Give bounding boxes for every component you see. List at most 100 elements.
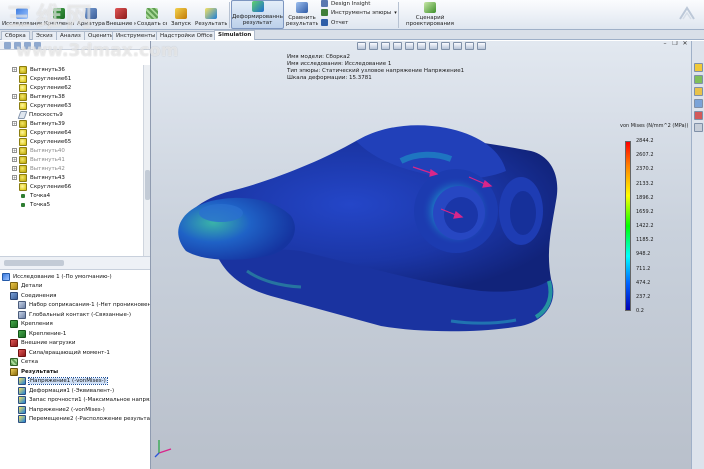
feature-manager-icon[interactable] (4, 42, 11, 49)
study-tree-item[interactable]: Детали (0, 282, 150, 292)
study-tree-item[interactable]: Напряжение2 (-vonMises-) (0, 405, 150, 415)
design-insight-button[interactable]: Design Insight (321, 0, 370, 7)
fixture-icon (53, 8, 65, 19)
study-tree-item[interactable]: Перемещение2 (-Расположение результата-) (0, 415, 150, 425)
design-scenario-button-label: Сценарий проектирования (406, 15, 454, 27)
panel-splitter[interactable] (0, 256, 150, 270)
fos-plot-icon (18, 396, 26, 405)
axis-triad-icon (154, 440, 172, 458)
study-tree-item-label: Сетка (21, 359, 39, 366)
feature-tree-item[interactable]: + Вытянуть40 (0, 146, 150, 155)
run-button[interactable]: Запуск (168, 0, 194, 29)
tab-tools[interactable]: Инструменты (112, 31, 160, 40)
feature-tree-item[interactable]: Скругление65 (0, 137, 150, 146)
legend-tick-label: 711.2 (636, 265, 651, 272)
study-tree-item-label: Запас прочности1 (-Максимальное напряжен… (29, 397, 150, 404)
expand-plus-icon[interactable]: + (12, 166, 17, 171)
property-manager-icon[interactable] (14, 42, 21, 49)
feature-tree-item[interactable]: + Вытянуть42 (0, 164, 150, 173)
configuration-manager-icon[interactable] (24, 42, 31, 49)
feature-tree-item[interactable]: Точка5 (0, 200, 150, 209)
scroll-thumb[interactable] (145, 170, 150, 200)
feature-tree-scrollbar[interactable] (143, 65, 150, 256)
tab-simulation[interactable]: Simulation (214, 30, 256, 40)
report-icon (321, 19, 328, 26)
feature-tree-item[interactable]: + Вытянуть38 (0, 92, 150, 101)
left-panel: + Вытянуть36 Скругление61 Скругление62 + Вытя… (0, 41, 151, 469)
study-tree-item[interactable]: Внешние нагрузки (0, 339, 150, 349)
feature-tree-item-label: Скругление62 (30, 84, 72, 91)
expand-plus-icon[interactable]: + (12, 175, 17, 180)
study-tree-item[interactable]: Результаты (0, 367, 150, 377)
study-tree-item[interactable]: Глобальный контакт (-Связанные-) (0, 310, 150, 320)
feature-tree-item[interactable]: Скругление66 (0, 182, 150, 191)
feature-tree-item[interactable]: + Вытянуть36 (0, 65, 150, 74)
plot-tools-button[interactable]: Инструменты эпюры ▾ (321, 9, 397, 16)
feature-tree-item[interactable]: Скругление61 (0, 74, 150, 83)
file-explorer-icon[interactable] (694, 87, 703, 96)
feature-tree-item[interactable]: + Вытянуть43 (0, 173, 150, 182)
study-tree-item[interactable]: Сила/вращающий момент-1 (0, 348, 150, 358)
external-loads-icon (10, 339, 18, 348)
study-tree-item[interactable]: Исследование 1 (-По умолчанию-) (0, 272, 150, 282)
study-tree-item-label: Набор соприкасания-1 (-Нет проникновения… (29, 302, 150, 309)
expand-plus-icon[interactable]: + (12, 148, 17, 153)
legend-tick-labels: 2844.2 2607.2 2370.2 2133.2 1896.2 1659.2 1422… (636, 138, 676, 314)
graphics-area[interactable]: – ❐ ✕ Имя модели: Сборка2 Имя исследован… (151, 41, 691, 469)
design-scenario-button[interactable]: Сценарий проектирования (404, 0, 456, 29)
expand-plus-icon[interactable]: + (12, 94, 17, 99)
appearances-icon[interactable] (694, 111, 703, 120)
results-button[interactable]: Результаты (195, 0, 227, 29)
study-tree-item[interactable]: Деформация1 (-Эквивалент-) (0, 386, 150, 396)
compare-results-button[interactable]: Сравнить результаты (286, 0, 318, 29)
custom-properties-icon[interactable] (694, 123, 703, 132)
study-tree-item-label: Крепление-1 (29, 330, 67, 337)
mesh-button[interactable]: Создать сетку (137, 0, 167, 29)
dimxpert-icon[interactable] (34, 42, 41, 49)
study-tree-item[interactable]: Сетка (0, 358, 150, 368)
feature-tree-item-label: Скругление66 (30, 183, 72, 190)
study-tree-item[interactable]: Напряжение1 (-vonMises-) (0, 377, 150, 387)
solidworks-resources-icon[interactable] (694, 63, 703, 72)
tab-office-addins[interactable]: Надстройки Office (156, 31, 217, 40)
feature-tree-item-label: Скругление61 (30, 75, 72, 82)
horizontal-scroll-thumb[interactable] (4, 260, 64, 266)
report-button[interactable]: Отчет (321, 19, 348, 26)
feature-tree-item[interactable]: Скругление63 (0, 101, 150, 110)
study-tree-item[interactable]: Запас прочности1 (-Максимальное напряжен… (0, 396, 150, 406)
design-library-icon[interactable] (694, 75, 703, 84)
feature-tree-item[interactable]: + Вытянуть39 (0, 119, 150, 128)
study-tree-item[interactable]: Соединения (0, 291, 150, 301)
study-tree-item[interactable]: Крепления (0, 320, 150, 330)
expand-plus-icon[interactable]: + (12, 121, 17, 126)
extrude-icon (19, 173, 27, 182)
tab-analysis[interactable]: Анализ (56, 31, 85, 40)
study-tree-item[interactable]: Крепление-1 (0, 329, 150, 339)
feature-tree-item[interactable]: + Вытянуть41 (0, 155, 150, 164)
expand-plus-icon[interactable]: + (12, 157, 17, 162)
expand-plus-icon[interactable]: + (12, 67, 17, 72)
feature-tree-item[interactable]: Скругление62 (0, 83, 150, 92)
external-loads-button[interactable]: Внешние нагрузки (106, 0, 136, 29)
feature-tree-item[interactable]: Скругление64 (0, 128, 150, 137)
study-tree-item[interactable]: Набор соприкасания-1 (-Нет проникновения… (0, 301, 150, 311)
point-icon (21, 193, 25, 198)
run-icon (175, 8, 187, 19)
connectors-button[interactable]: Арматура (76, 0, 106, 29)
plot-tools-label: Инструменты эпюры (331, 9, 392, 16)
fixtures-button[interactable]: Крепления (44, 0, 74, 29)
view-palette-icon[interactable] (694, 99, 703, 108)
deformed-result-button[interactable]: Деформированный результат (231, 0, 284, 29)
study-button[interactable]: Исследование 1 (2, 0, 42, 29)
tab-sketch[interactable]: Эскиз (32, 31, 57, 40)
feature-tree-item[interactable]: Плоскость9 (0, 110, 150, 119)
legend-tick-label: 1896.2 (636, 194, 654, 201)
feature-tree-item-label: Скругление65 (30, 138, 72, 145)
study-tree-item-label: Детали (21, 283, 43, 290)
results-icon (10, 367, 18, 376)
run-button-label: Запуск (170, 21, 192, 27)
tab-assembly[interactable]: Сборка (1, 31, 30, 40)
extrude-icon (19, 155, 27, 164)
stress-plot-model[interactable] (151, 41, 691, 469)
feature-tree-item[interactable]: Точка4 (0, 191, 150, 200)
